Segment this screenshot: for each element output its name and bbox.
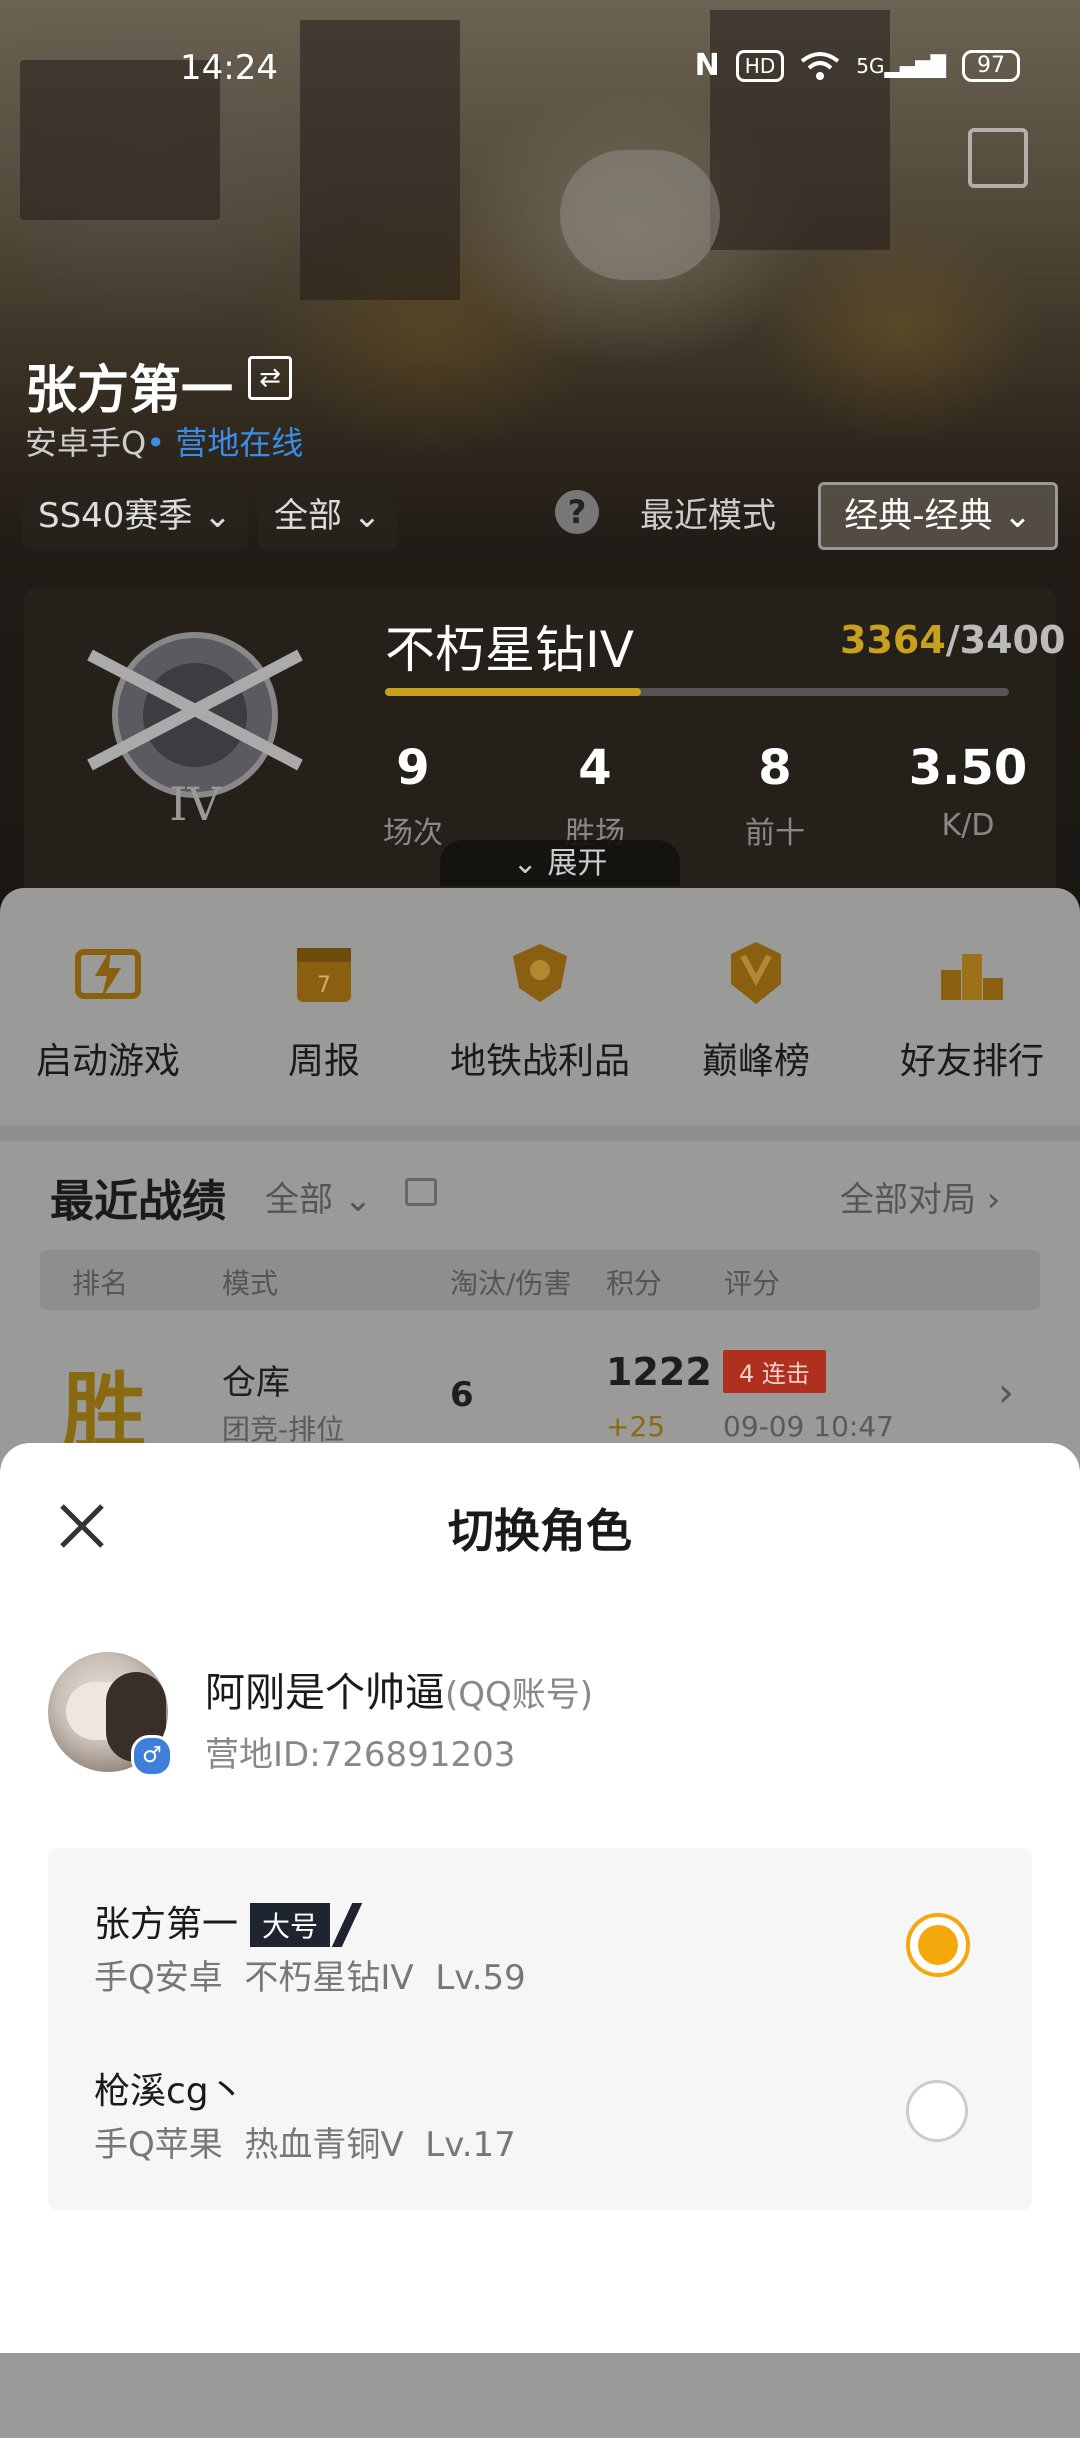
mode-dropdown[interactable]: 经典-经典 ⌄ <box>818 482 1058 550</box>
stat-matches: 9 场次 <box>383 740 443 851</box>
match-map: 仓库 <box>222 1363 290 1403</box>
rank-name: 不朽星钻IV <box>385 621 634 679</box>
quick-weekly-report[interactable]: 7 周报 <box>224 940 424 1084</box>
loot-shield-icon <box>513 944 567 1002</box>
platform-status: 安卓手Q• 营地在线 <box>25 424 304 462</box>
sheet-title: 切换角色 <box>448 1504 632 1558</box>
quick-peak-ranking[interactable]: 巅峰榜 <box>656 940 856 1084</box>
home-indicator[interactable] <box>360 2366 720 2378</box>
rank-emblem-icon: IV <box>87 632 303 825</box>
share-icon[interactable] <box>968 128 1028 188</box>
role-radio-selected[interactable] <box>906 1913 970 1977</box>
lock-icon[interactable] <box>405 1178 437 1206</box>
role-name: 枪溪cg丶 <box>94 2071 245 2112</box>
streak-badge: 4 连击 <box>723 1350 826 1393</box>
recent-title: 最近战绩 <box>50 1176 226 1227</box>
svg-text:IV: IV <box>169 777 221 825</box>
section-separator <box>0 1125 1080 1141</box>
player-name: 张方第一 <box>25 361 234 421</box>
signal-icon: 5G▂▄▆█ <box>856 53 946 78</box>
match-kills: 6 <box>450 1375 474 1415</box>
wifi-icon <box>801 51 840 80</box>
range-dropdown[interactable]: 全部 ⌄ <box>258 483 398 549</box>
gender-male-icon: ♂ <box>131 1735 173 1777</box>
col-rating: 评分 <box>724 1267 781 1300</box>
svg-text:7: 7 <box>317 973 331 998</box>
nfc-icon: N <box>694 48 720 83</box>
calendar-icon: 7 <box>297 948 351 1002</box>
main-account-badge: 大号 <box>250 1903 331 1947</box>
match-time: 09-09 10:47 <box>723 1410 894 1443</box>
chevron-right-icon[interactable]: › <box>998 1370 1014 1416</box>
rank-points: 3364/3400 <box>840 618 1066 662</box>
stat-top10: 8 前十 <box>745 740 805 851</box>
hd-icon: HD <box>735 49 785 82</box>
col-score: 积分 <box>606 1267 663 1300</box>
help-icon[interactable]: ? <box>555 490 599 534</box>
role-info: 手Q苹果 热血青铜V Lv.17 <box>94 2125 516 2165</box>
status-time: 14:24 <box>180 48 278 88</box>
all-matches-link[interactable]: 全部对局 › <box>840 1172 1000 1221</box>
camp-id: 营地ID:726891203 <box>205 1735 516 1775</box>
quick-metro-loot[interactable]: 地铁战利品 <box>440 940 640 1084</box>
role-info: 手Q安卓 不朽星钻IV Lv.59 <box>94 1958 526 1998</box>
match-score: 1222 <box>606 1350 712 1394</box>
lightning-icon <box>75 948 141 1000</box>
role-name: 张方第一 大号 <box>94 1895 331 1947</box>
user-name: 阿刚是个帅逼(QQ账号) <box>205 1670 594 1716</box>
stat-kd: 3.50 K/D <box>908 740 1028 843</box>
match-mode: 团竞-排位 <box>222 1413 345 1446</box>
recent-mode-label: 最近模式 <box>640 496 776 536</box>
expand-button[interactable]: ⌄ 展开 <box>440 840 680 886</box>
peak-badge-icon <box>731 942 781 1004</box>
col-mode: 模式 <box>222 1267 279 1300</box>
col-kills-damage: 淘汰/伤害 <box>450 1267 572 1300</box>
status-icons: N HD 5G▂▄▆█ 97 <box>695 48 1020 83</box>
role-radio-unselected[interactable] <box>906 2080 968 2142</box>
stat-wins: 4 胜场 <box>565 740 625 851</box>
col-rank: 排名 <box>72 1267 129 1300</box>
podium-icon <box>941 954 1003 1000</box>
quick-friend-ranking[interactable]: 好友排行 <box>872 940 1072 1084</box>
switch-role-icon[interactable]: ⇄ <box>248 356 292 400</box>
recent-filter-dropdown[interactable]: 全部 ⌄ <box>265 1172 372 1221</box>
match-score-delta: +25 <box>606 1410 666 1443</box>
rank-progress-bar <box>385 688 1009 696</box>
quick-launch-game[interactable]: 启动游戏 <box>8 940 208 1084</box>
season-dropdown[interactable]: SS40赛季 ⌄ <box>22 483 248 549</box>
battery-icon: 97 <box>962 49 1020 82</box>
